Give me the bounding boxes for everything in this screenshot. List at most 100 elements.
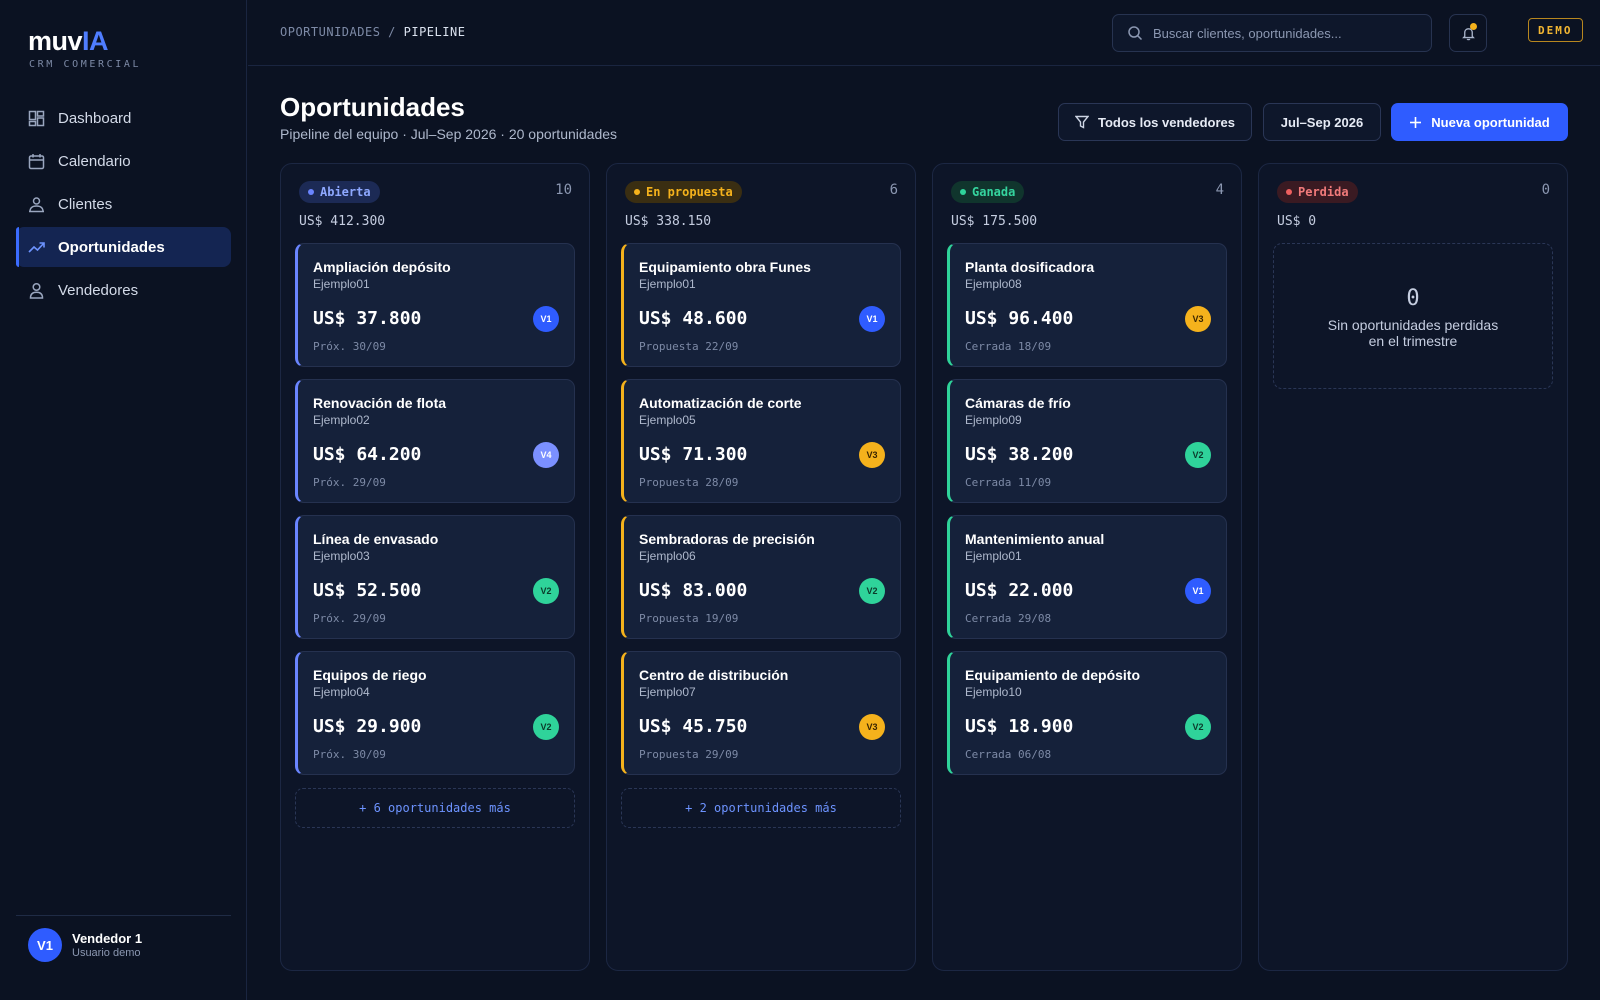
logo[interactable]: muvIA: [28, 26, 109, 57]
opportunity-card[interactable]: Mantenimiento anual Ejemplo01 US$ 22.000 Ce…: [947, 515, 1227, 639]
breadcrumb-separator: /: [388, 25, 396, 39]
opportunity-amount: US$ 71.300: [639, 444, 748, 465]
column-status-badge: Perdida: [1277, 181, 1358, 203]
opportunity-amount: US$ 52.500: [313, 580, 422, 601]
page-subtitle: Pipeline del equipo · Jul–Sep 2026 · 20 …: [280, 126, 618, 142]
seller-avatar: V2: [859, 578, 885, 604]
show-more-button[interactable]: + 2 oportunidades más: [621, 788, 901, 828]
sidebar-item-oportunidades[interactable]: Oportunidades: [16, 227, 231, 267]
show-more-button[interactable]: + 6 oportunidades más: [295, 788, 575, 828]
sidebar-item-label: Calendario: [58, 152, 131, 170]
sidebar-item-label: Oportunidades: [58, 238, 165, 256]
opportunity-card[interactable]: Equipamiento obra Funes Ejemplo01 US$ 48.6…: [621, 243, 901, 367]
sidebar-divider: [16, 915, 231, 916]
seller-avatar: V1: [859, 306, 885, 332]
opportunity-amount: US$ 37.800: [313, 308, 422, 329]
filter-icon: [1074, 115, 1089, 129]
opportunity-date: Cerrada 06/08: [965, 748, 1052, 761]
opportunity-title: Sembradoras de precisión: [639, 531, 815, 547]
topbar: OPORTUNIDADES / PIPELINE DEMO: [248, 0, 1600, 66]
opportunity-date: Propuesta 29/09: [639, 748, 739, 761]
calendar-icon: [28, 153, 45, 170]
sidebar: muvIA CRM COMERCIAL Dashboard Calendario…: [0, 0, 247, 1000]
seller-avatar: V2: [1185, 714, 1211, 740]
status-dot: [960, 189, 966, 195]
opportunity-client: Ejemplo07: [639, 685, 696, 699]
user-role: Usuario demo: [72, 947, 141, 959]
opportunity-client: Ejemplo08: [965, 277, 1022, 291]
clients-icon: [28, 196, 45, 213]
opportunity-card[interactable]: Renovación de flota Ejemplo02 US$ 64.200 Pr…: [295, 379, 575, 503]
opportunity-card[interactable]: Cámaras de frío Ejemplo09 US$ 38.200 Cerrad…: [947, 379, 1227, 503]
opportunity-amount: US$ 18.900: [965, 716, 1074, 737]
search-box[interactable]: [1112, 14, 1432, 52]
opportunity-client: Ejemplo01: [965, 549, 1022, 563]
opportunity-title: Planta dosificadora: [965, 259, 1095, 275]
notifications-button[interactable]: [1449, 14, 1487, 52]
opportunity-title: Ampliación depósito: [313, 259, 451, 275]
empty-message: Sin oportunidades perdidas en el trimest…: [1327, 317, 1499, 349]
column-status-badge: Abierta: [299, 181, 380, 203]
seller-avatar: V1: [533, 306, 559, 332]
breadcrumb: OPORTUNIDADES / PIPELINE: [280, 25, 465, 39]
sidebar-item-clientes[interactable]: Clientes: [16, 184, 231, 224]
opportunity-title: Línea de envasado: [313, 531, 439, 547]
opportunity-title: Equipos de riego: [313, 667, 427, 683]
opportunity-date: Próx. 30/09: [313, 748, 386, 761]
opportunity-card[interactable]: Línea de envasado Ejemplo03 US$ 52.500 Próx…: [295, 515, 575, 639]
dashboard-icon: [28, 110, 45, 127]
seller-avatar: V4: [533, 442, 559, 468]
opportunity-title: Equipamiento de depósito: [965, 667, 1141, 683]
opportunity-card[interactable]: Centro de distribución Ejemplo07 US$ 45.75…: [621, 651, 901, 775]
opportunity-title: Renovación de flota: [313, 395, 447, 411]
opportunity-title: Centro de distribución: [639, 667, 789, 683]
status-dot: [634, 189, 640, 195]
opportunity-card[interactable]: Equipamiento de depósito Ejemplo10 US$ 18.…: [947, 651, 1227, 775]
plus-icon: [1409, 116, 1422, 129]
pipeline-column-lost: Perdida 0 US$ 0 0 Sin oportunidades perdidas…: [1258, 163, 1568, 971]
opportunity-client: Ejemplo05: [639, 413, 696, 427]
breadcrumb-current: PIPELINE: [403, 25, 466, 39]
column-status-label: Perdida: [1298, 185, 1349, 199]
opportunity-card[interactable]: Planta dosificadora Ejemplo08 US$ 96.400 Ce…: [947, 243, 1227, 367]
opportunity-client: Ejemplo06: [639, 549, 696, 563]
column-count: 10: [555, 182, 572, 198]
opportunity-title: Cámaras de frío: [965, 395, 1071, 411]
column-total: US$ 0: [1277, 214, 1317, 229]
sidebar-item-dashboard[interactable]: Dashboard: [16, 98, 231, 138]
column-total: US$ 412.300: [299, 214, 386, 229]
opportunity-card[interactable]: Automatización de corte Ejemplo05 US$ 71.3…: [621, 379, 901, 503]
notification-dot: [1470, 23, 1477, 30]
opportunity-amount: US$ 83.000: [639, 580, 748, 601]
opportunity-client: Ejemplo03: [313, 549, 370, 563]
opportunity-card[interactable]: Equipos de riego Ejemplo04 US$ 29.900 Próx.…: [295, 651, 575, 775]
column-total: US$ 338.150: [625, 214, 712, 229]
sidebar-item-vendedores[interactable]: Vendedores: [16, 270, 231, 310]
opportunity-title: Equipamiento obra Funes: [639, 259, 811, 275]
user-profile[interactable]: V1 Vendedor 1 Usuario demo: [28, 928, 142, 962]
pipeline-column-won: Ganada 4 US$ 175.500 Planta dosificadora Eje…: [932, 163, 1242, 971]
column-count: 4: [1215, 182, 1224, 198]
opportunity-amount: US$ 22.000: [965, 580, 1074, 601]
seller-filter-button[interactable]: Todos los vendedores: [1058, 103, 1252, 141]
period-button[interactable]: Jul–Sep 2026: [1263, 103, 1381, 141]
opportunity-date: Próx. 30/09: [313, 340, 386, 353]
page-title: Oportunidades: [280, 92, 465, 122]
opportunity-date: Cerrada 29/08: [965, 612, 1052, 625]
seller-filter-label: Todos los vendedores: [1097, 114, 1235, 130]
pipeline-column-proposal: En propuesta 6 US$ 338.150 Equipamiento obr…: [606, 163, 916, 971]
opportunity-date: Cerrada 18/09: [965, 340, 1052, 353]
sidebar-item-calendario[interactable]: Calendario: [16, 141, 231, 181]
opportunity-date: Propuesta 28/09: [639, 476, 739, 489]
opportunity-card[interactable]: Sembradoras de precisión Ejemplo06 US$ 83.…: [621, 515, 901, 639]
search-input[interactable]: [1153, 25, 1413, 41]
new-opportunity-button[interactable]: Nueva oportunidad: [1391, 103, 1568, 141]
column-status-label: En propuesta: [646, 185, 733, 199]
sidebar-nav: Dashboard Calendario Clientes Oportunida…: [16, 98, 231, 313]
breadcrumb-parent[interactable]: OPORTUNIDADES: [280, 25, 380, 39]
opportunity-card[interactable]: Ampliación depósito Ejemplo01 US$ 37.800 Pr…: [295, 243, 575, 367]
column-count: 0: [1541, 182, 1550, 198]
opportunity-client: Ejemplo04: [313, 685, 370, 699]
status-dot: [1286, 189, 1292, 195]
opportunity-client: Ejemplo02: [313, 413, 370, 427]
